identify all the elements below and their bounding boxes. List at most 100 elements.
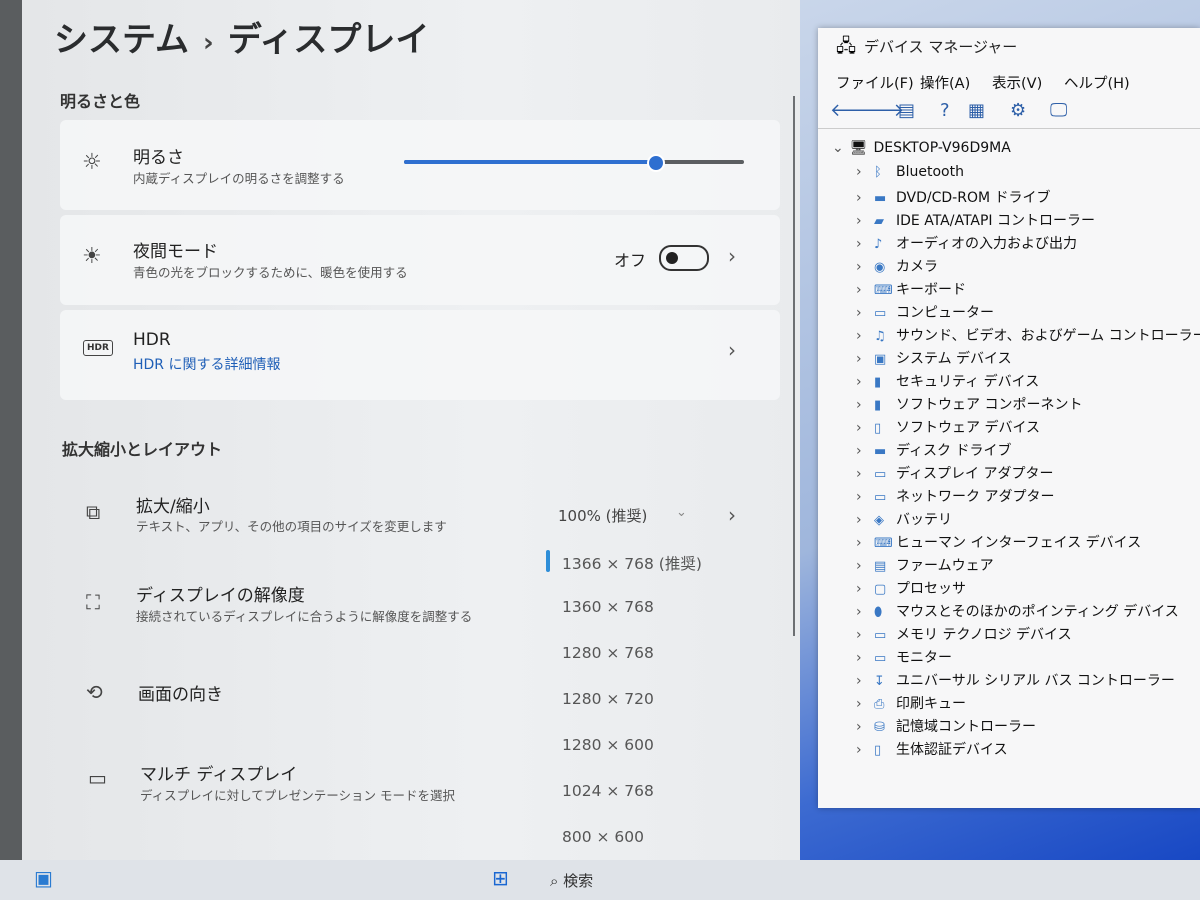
chevron-right-icon[interactable]: ›	[856, 581, 874, 597]
title-bar[interactable]: 🖧 デバイス マネージャー	[818, 28, 1200, 64]
tree-item[interactable]: › ▤ ファームウェア	[856, 555, 994, 575]
chevron-right-icon[interactable]: ›	[856, 328, 874, 344]
chevron-right-icon[interactable]: ›	[856, 236, 874, 252]
chevron-right-icon[interactable]: ›	[728, 338, 736, 362]
chevron-right-icon[interactable]: ›	[856, 650, 874, 666]
keyboard-icon: ⌨	[874, 283, 893, 298]
tree-item[interactable]: › ▭ コンピューター	[856, 302, 994, 322]
chevron-right-icon[interactable]: ›	[856, 512, 874, 528]
tree-item[interactable]: › ↧ ユニバーサル シリアル バス コントローラー	[856, 670, 1175, 690]
tree-item[interactable]: › ▯ ソフトウェア デバイス	[856, 417, 1040, 437]
properties-icon[interactable]: ▤	[898, 100, 915, 121]
chevron-right-icon[interactable]: ›	[728, 503, 736, 527]
tree-item[interactable]: › ⛁ 記憶域コントローラー	[856, 716, 1036, 736]
tree-item[interactable]: › ▢ プロセッサ	[856, 578, 966, 598]
tree-item[interactable]: › ⌨ キーボード	[856, 279, 966, 299]
tree-item[interactable]: › ᛒ Bluetooth	[856, 164, 964, 180]
tree-item-label: システム デバイス	[896, 351, 1012, 367]
tree-item[interactable]: › ♪ オーディオの入力および出力	[856, 233, 1077, 253]
brightness-slider-thumb[interactable]	[646, 154, 665, 172]
scale-title: 拡大/縮小	[136, 497, 210, 517]
multi-display-subtitle: ディスプレイに対してプレゼンテーション モードを選択	[140, 788, 455, 803]
start-button-icon[interactable]: ⊞	[492, 866, 509, 890]
chevron-right-icon[interactable]: ›	[856, 305, 874, 321]
driver-icon[interactable]: ▦	[968, 100, 985, 121]
chevron-right-icon[interactable]: ›	[856, 282, 874, 298]
hdr-icon: HDR	[83, 340, 113, 356]
tree-item[interactable]: › ▬ ディスク ドライブ	[856, 440, 1011, 460]
help-icon[interactable]: ?	[940, 100, 950, 121]
menu-action[interactable]: 操作(A)	[920, 72, 970, 93]
tree-item[interactable]: › ▮ セキュリティ デバイス	[856, 371, 1039, 391]
widgets-icon[interactable]: ▣	[34, 866, 53, 890]
brightness-slider[interactable]	[404, 154, 744, 172]
tree-item-label: メモリ テクノロジ デバイス	[896, 627, 1072, 643]
menu-file[interactable]: ファイル(F)	[836, 72, 914, 93]
chevron-right-icon[interactable]: ›	[856, 558, 874, 574]
tree-item-label: プロセッサ	[896, 581, 966, 597]
chevron-right-icon[interactable]: ›	[856, 535, 874, 551]
hdr-info-link[interactable]: HDR に関する詳細情報	[133, 354, 281, 374]
resolution-option[interactable]: 1280 × 600	[562, 736, 654, 754]
chevron-right-icon[interactable]: ›	[856, 719, 874, 735]
chevron-right-icon[interactable]: ›	[856, 374, 874, 390]
resolution-option[interactable]: 800 × 600	[562, 828, 644, 846]
disk-drive-icon: ▬	[874, 444, 887, 459]
device-manager-window: 🖧 デバイス マネージャー ファイル(F) 操作(A) 表示(V) ヘルプ(H)…	[818, 28, 1200, 808]
chevron-right-icon[interactable]: ›	[856, 673, 874, 689]
tree-item[interactable]: › ⬮ マウスとそのほかのポインティング デバイス	[856, 601, 1179, 621]
menu-help[interactable]: ヘルプ(H)	[1064, 72, 1130, 93]
chevron-right-icon[interactable]: ›	[856, 190, 874, 206]
tree-item[interactable]: › ▭ メモリ テクノロジ デバイス	[856, 624, 1072, 644]
night-mode-toggle[interactable]	[659, 245, 709, 271]
resolution-option[interactable]: 1280 × 720	[562, 690, 654, 708]
tree-item[interactable]: › ⌨ ヒューマン インターフェイス デバイス	[856, 532, 1141, 552]
scrollbar[interactable]	[793, 96, 795, 636]
resolution-title: ディスプレイの解像度	[136, 586, 305, 606]
tree-item[interactable]: › ▭ モニター	[856, 647, 952, 667]
chevron-right-icon[interactable]: ›	[728, 244, 736, 268]
chevron-right-icon[interactable]: ›	[856, 351, 874, 367]
chevron-right-icon[interactable]: ›	[856, 466, 874, 482]
display-adapter-icon: ▭	[874, 467, 887, 482]
tree-item[interactable]: › ▮ ソフトウェア コンポーネント	[856, 394, 1082, 414]
tree-item[interactable]: › ⎙ 印刷キュー	[856, 693, 966, 713]
chevron-down-icon[interactable]: ⌄	[676, 505, 687, 520]
chevron-right-icon[interactable]: ›	[856, 742, 874, 758]
chevron-right-icon[interactable]: ›	[856, 696, 874, 712]
resolution-option[interactable]: 1024 × 768	[562, 782, 654, 800]
chevron-right-icon[interactable]: ›	[856, 259, 874, 275]
tree-item[interactable]: › ◉ カメラ	[856, 256, 938, 276]
monitor-icon[interactable]: 🖵	[1050, 100, 1067, 121]
tree-item[interactable]: › ◈ バッテリ	[856, 509, 952, 529]
chevron-right-icon[interactable]: ›	[856, 420, 874, 436]
tree-item-label: ディスク ドライブ	[896, 443, 1012, 459]
tree-item[interactable]: › ▣ システム デバイス	[856, 348, 1012, 368]
disc-drive-icon: ▬	[874, 191, 887, 206]
chevron-right-icon[interactable]: ›	[856, 164, 874, 180]
resolution-option[interactable]: 1360 × 768	[562, 598, 654, 616]
computer-name: DESKTOP-V96D9MA	[873, 140, 1011, 156]
tree-item[interactable]: › ▬ DVD/CD-ROM ドライブ	[856, 187, 1051, 207]
chevron-right-icon[interactable]: ›	[856, 213, 874, 229]
scale-dropdown[interactable]: 100% (推奨)	[558, 505, 647, 526]
chevron-right-icon[interactable]: ›	[856, 604, 874, 620]
resolution-option[interactable]: 1280 × 768	[562, 644, 654, 662]
chevron-right-icon[interactable]: ›	[856, 627, 874, 643]
scan-hardware-icon[interactable]: ⚙	[1010, 100, 1026, 121]
tree-item[interactable]: › ▯ 生体認証デバイス	[856, 739, 1008, 759]
processor-icon: ▢	[874, 582, 887, 597]
tree-item[interactable]: › ▭ ディスプレイ アダプター	[856, 463, 1053, 483]
brightness-subtitle: 内蔵ディスプレイの明るさを調整する	[133, 171, 345, 186]
breadcrumb-parent[interactable]: システム	[54, 20, 189, 60]
tree-item[interactable]: › ▰ IDE ATA/ATAPI コントローラー	[856, 210, 1095, 230]
tree-root[interactable]: ⌄ 🖥 DESKTOP-V96D9MA	[832, 140, 1011, 156]
chevron-right-icon[interactable]: ›	[856, 489, 874, 505]
tree-item[interactable]: › ♫ サウンド、ビデオ、およびゲーム コントローラー	[856, 325, 1200, 345]
tree-item[interactable]: › ▭ ネットワーク アダプター	[856, 486, 1054, 506]
resolution-option[interactable]: 1366 × 768 (推奨)	[562, 552, 702, 574]
chevron-right-icon[interactable]: ›	[856, 443, 874, 459]
search-box[interactable]: ⌕ 検索	[550, 870, 593, 891]
chevron-right-icon[interactable]: ›	[856, 397, 874, 413]
menu-view[interactable]: 表示(V)	[992, 72, 1042, 93]
